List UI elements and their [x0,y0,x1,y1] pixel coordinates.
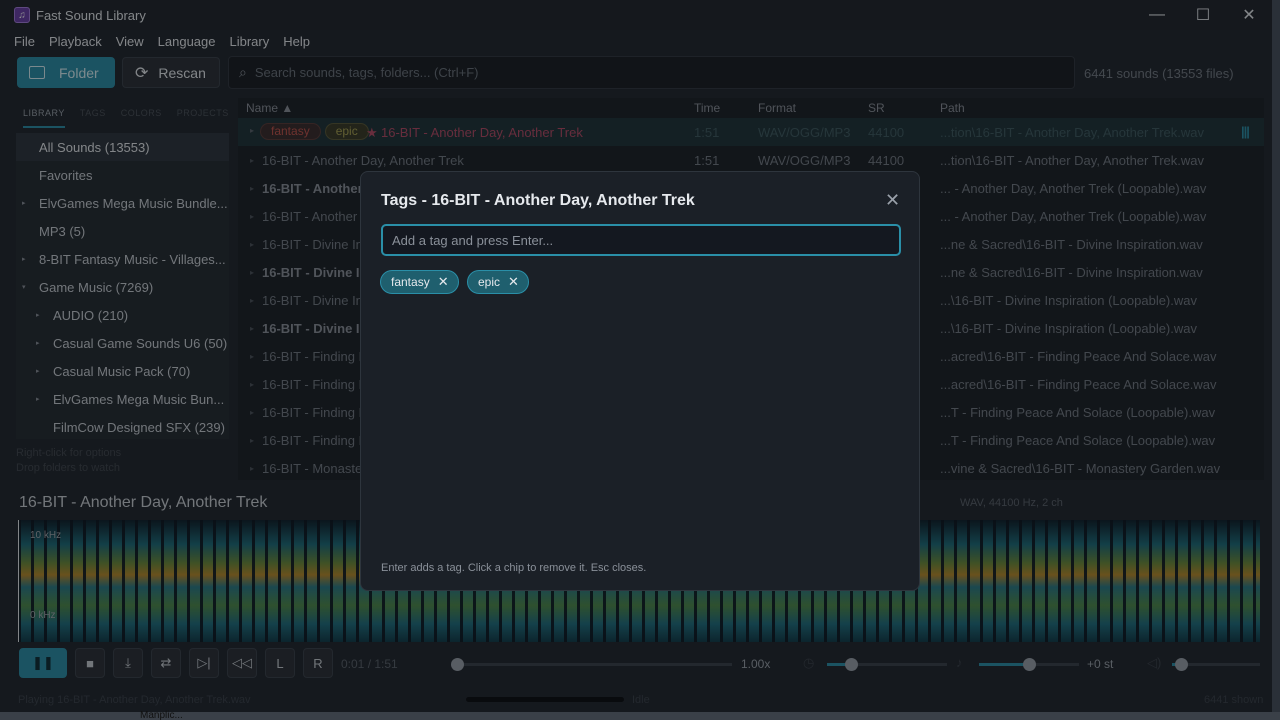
dialog-title: Tags - 16-BIT - Another Day, Another Tre… [381,192,695,209]
add-tag-input[interactable] [381,224,901,256]
app-window: ♫ Fast Sound Library — ☐ ✕ File Playback… [0,0,1272,712]
desktop-edge-right [1272,0,1280,720]
background-window-text: Manplic... [140,710,183,720]
tags-dialog: Tags - 16-BIT - Another Day, Another Tre… [360,171,920,591]
desktop-edge-bottom: Manplic... [0,710,1280,720]
tag-chip-label: fantasy [391,275,430,289]
remove-tag-icon[interactable]: ✕ [508,274,519,290]
dialog-hint: Enter adds a tag. Click a chip to remove… [381,562,647,574]
remove-tag-icon[interactable]: ✕ [438,274,449,290]
tag-chip-epic[interactable]: epic ✕ [467,270,529,294]
tag-chip-label: epic [478,275,501,289]
tag-chip-fantasy[interactable]: fantasy ✕ [380,270,459,294]
dialog-close-button[interactable]: ✕ [885,190,900,211]
